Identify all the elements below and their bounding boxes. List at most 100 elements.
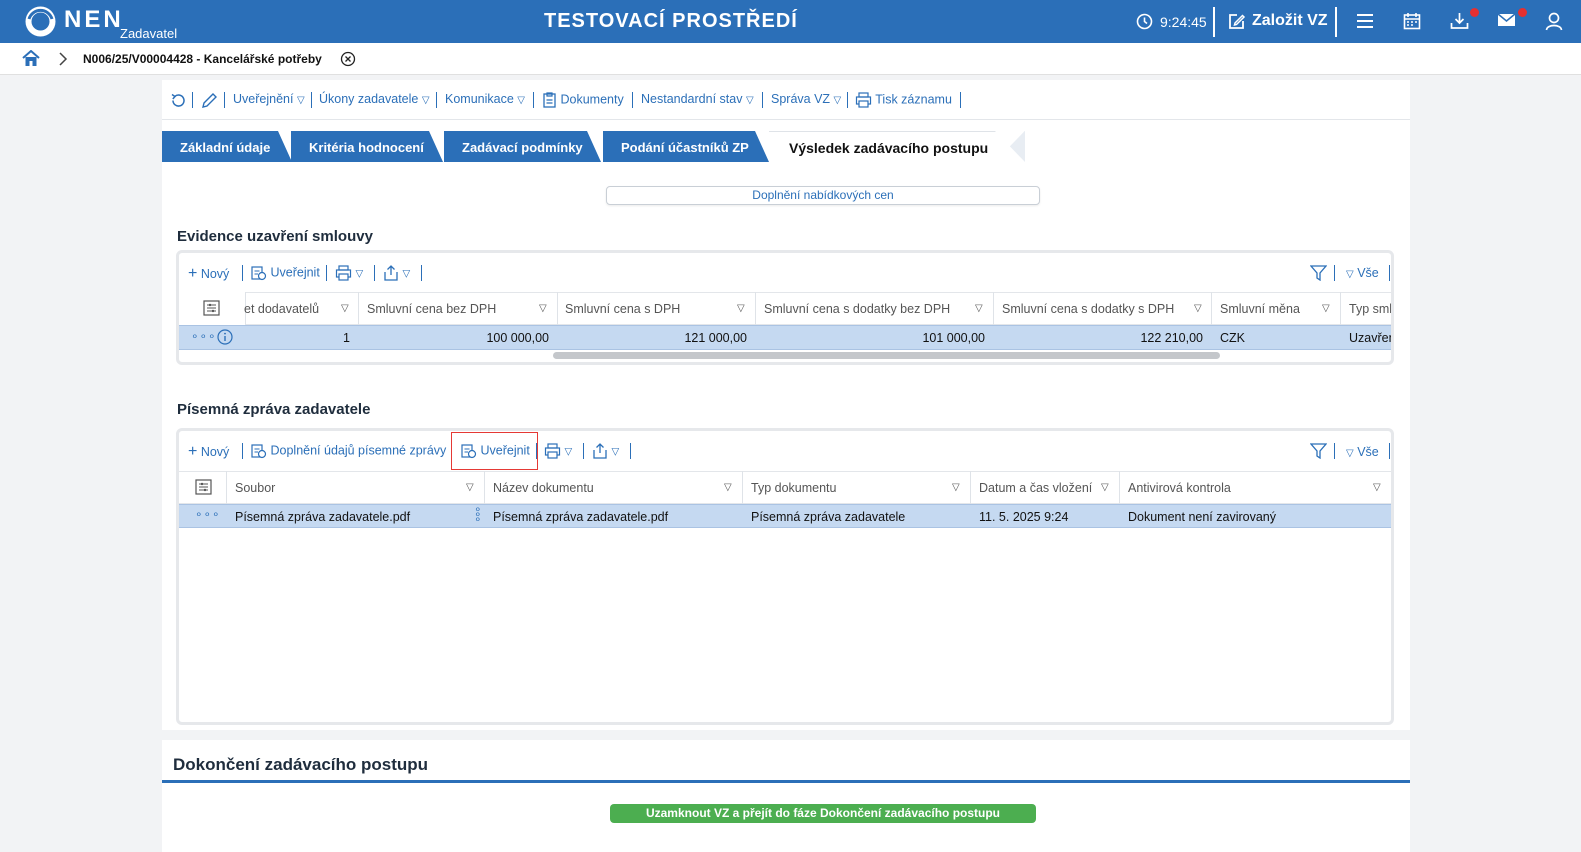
mail-icon[interactable] bbox=[1497, 12, 1516, 28]
refresh-icon[interactable] bbox=[170, 92, 187, 109]
contract-export-dropdown[interactable]: ▽ bbox=[383, 265, 410, 281]
pencil-icon[interactable] bbox=[201, 92, 218, 109]
col-header-typ-smlouvy[interactable]: Typ sml bbox=[1349, 302, 1391, 316]
tab-zakladni-udaje[interactable]: Základní údaje bbox=[162, 131, 292, 162]
cell-typ-smlouvy: Uzavřen bbox=[1349, 331, 1391, 345]
sort-icon[interactable]: ▽ bbox=[1373, 482, 1381, 493]
report-view-all[interactable]: ▽ Vše bbox=[1346, 445, 1379, 459]
sort-icon[interactable]: ▽ bbox=[341, 303, 349, 314]
cell-typ-dokumentu: Písemná zpráva zadavatele bbox=[751, 510, 906, 524]
report-complete-data-button[interactable]: Doplnění údajů písemné zprávy bbox=[250, 443, 446, 459]
col-header-cena-dodatky-bez-dph[interactable]: Smluvní cena s dodatky bez DPH bbox=[764, 302, 950, 316]
sort-icon[interactable]: ▽ bbox=[724, 482, 732, 493]
contract-new-button[interactable]: + Nový bbox=[188, 265, 229, 283]
plus-icon: + bbox=[188, 265, 198, 282]
home-icon[interactable] bbox=[22, 50, 40, 67]
cell-antivirova-kontrola: Dokument není zavirovaný bbox=[1128, 510, 1276, 524]
contract-view-all[interactable]: ▽ Vše bbox=[1346, 266, 1379, 280]
sort-icon[interactable]: ▽ bbox=[1101, 482, 1109, 493]
row-actions-icon[interactable]: ∘∘∘ bbox=[191, 329, 217, 343]
row-actions-icon[interactable]: ∘∘∘ bbox=[195, 507, 221, 521]
toolbar-separator bbox=[533, 92, 534, 108]
col-header-nazev-dokumentu[interactable]: Název dokumentu bbox=[493, 481, 594, 495]
contract-publish-button[interactable]: Uveřejnit bbox=[250, 265, 320, 281]
column-settings-icon[interactable] bbox=[195, 479, 212, 495]
menu-nestandardni-label: Nestandardní stav bbox=[641, 92, 743, 106]
tab-vysledek-zadavaciho-postupu[interactable]: Výsledek zadávacího postupu bbox=[769, 131, 1025, 162]
doplneni-nabidkovych-cen-button[interactable]: Doplnění nabídkových cen bbox=[606, 186, 1040, 205]
menu-komunikace-label: Komunikace bbox=[445, 92, 514, 106]
col-header-typ-dokumentu[interactable]: Typ dokumentu bbox=[751, 481, 836, 495]
toolbar-separator bbox=[1334, 443, 1335, 459]
col-header-cena-dodatky-s-dph[interactable]: Smluvní cena s dodatky s DPH bbox=[1002, 302, 1174, 316]
menu-dokumenty[interactable]: Dokumenty bbox=[542, 92, 624, 108]
lock-and-proceed-button[interactable]: Uzamknout VZ a přejít do fáze Dokončení … bbox=[610, 804, 1036, 823]
menu-tisk-zaznamu[interactable]: Tisk záznamu bbox=[855, 92, 952, 108]
user-icon[interactable] bbox=[1545, 12, 1563, 31]
toolbar-separator bbox=[242, 265, 243, 281]
create-vz-button[interactable]: Založit VZ bbox=[1252, 12, 1328, 30]
breadcrumb-item[interactable]: N006/25/V00004428 - Kancelářské potřeby bbox=[83, 52, 322, 66]
tab-podani-ucastniku[interactable]: Podání účastníků ZP bbox=[603, 131, 769, 162]
chevron-down-icon: ▽ bbox=[421, 95, 430, 106]
filter-icon[interactable] bbox=[1310, 265, 1327, 281]
download-icon[interactable] bbox=[1450, 12, 1469, 30]
info-icon[interactable] bbox=[217, 329, 233, 345]
col-header-smluvni-mena[interactable]: Smluvní měna bbox=[1220, 302, 1300, 316]
toolbar-separator bbox=[192, 92, 193, 108]
col-header-cena-s-dph[interactable]: Smluvní cena s DPH bbox=[565, 302, 680, 316]
report-print-dropdown[interactable]: ▽ bbox=[544, 443, 572, 459]
sort-icon[interactable]: ▽ bbox=[1194, 303, 1202, 314]
document-edit-icon bbox=[251, 444, 267, 459]
sort-icon[interactable]: ▽ bbox=[1322, 303, 1330, 314]
col-header-cena-bez-dph[interactable]: Smluvní cena bez DPH bbox=[367, 302, 496, 316]
highlight-box bbox=[451, 432, 538, 470]
menu-sprava-vz[interactable]: Správa VZ ▽ bbox=[771, 92, 841, 106]
publish-icon bbox=[251, 266, 267, 281]
contract-view-all-label: Vše bbox=[1357, 266, 1379, 280]
nen-logo-icon[interactable] bbox=[24, 5, 57, 38]
menu-ukony-zadavatele[interactable]: Úkony zadavatele ▽ bbox=[319, 92, 430, 106]
toolbar-separator bbox=[1389, 265, 1390, 281]
tab-label: Zadávací podmínky bbox=[462, 140, 583, 155]
menu-uverejneni[interactable]: Uveřejnění ▽ bbox=[233, 92, 305, 106]
toolbar-separator bbox=[224, 92, 225, 108]
sort-icon[interactable]: ▽ bbox=[466, 482, 474, 493]
calendar-icon[interactable] bbox=[1403, 12, 1421, 30]
menu-sprava-label: Správa VZ bbox=[771, 92, 831, 106]
toolbar-separator bbox=[1389, 443, 1390, 459]
menu-komunikace[interactable]: Komunikace ▽ bbox=[445, 92, 525, 106]
menu-nestandardni-stav[interactable]: Nestandardní stav ▽ bbox=[641, 92, 754, 106]
kebab-menu-icon[interactable]: ∘ ∘ ∘ bbox=[474, 503, 482, 525]
report-export-dropdown[interactable]: ▽ bbox=[592, 443, 619, 459]
cell-datum-vlozeni: 11. 5. 2025 9:24 bbox=[979, 510, 1069, 524]
cell-cena-bez-dph: 100 000,00 bbox=[486, 331, 549, 345]
tab-label: Výsledek zadávacího postupu bbox=[789, 140, 989, 156]
sort-icon[interactable]: ▽ bbox=[975, 303, 983, 314]
column-settings-icon[interactable] bbox=[203, 300, 220, 316]
chevron-down-icon: ▽ bbox=[402, 268, 411, 280]
tab-zadavaci-podminky[interactable]: Zadávací podmínky bbox=[444, 131, 601, 162]
col-header-soubor[interactable]: Soubor bbox=[235, 481, 275, 495]
menu-tisk-label: Tisk záznamu bbox=[875, 92, 952, 107]
chevron-down-icon: ▽ bbox=[564, 446, 573, 458]
contract-print-dropdown[interactable]: ▽ bbox=[335, 265, 363, 281]
toolbar-separator bbox=[583, 443, 584, 459]
toolbar-separator bbox=[436, 92, 437, 108]
sort-icon[interactable]: ▽ bbox=[539, 303, 547, 314]
horizontal-scrollbar[interactable] bbox=[553, 352, 1220, 359]
cell-cena-s-dph: 121 000,00 bbox=[684, 331, 747, 345]
report-new-button[interactable]: + Nový bbox=[188, 443, 229, 461]
col-header-antivirova-kontrola[interactable]: Antivirová kontrola bbox=[1128, 481, 1231, 495]
filter-icon[interactable] bbox=[1310, 443, 1327, 459]
close-icon[interactable] bbox=[340, 51, 356, 67]
tab-kriteria-hodnoceni[interactable]: Kritéria hodnocení bbox=[291, 131, 443, 162]
edit-icon[interactable] bbox=[1227, 12, 1246, 31]
logo-text[interactable]: NEN bbox=[64, 6, 124, 34]
sort-icon[interactable]: ▽ bbox=[952, 482, 960, 493]
sort-icon[interactable]: ▽ bbox=[737, 303, 745, 314]
cell-soubor[interactable]: Písemná zpráva zadavatele.pdf bbox=[235, 510, 410, 524]
section-title-report: Písemná zpráva zadavatele bbox=[177, 401, 371, 418]
col-header-datum-vlozeni[interactable]: Datum a čas vložení bbox=[979, 481, 1092, 495]
menu-icon[interactable] bbox=[1356, 12, 1374, 30]
